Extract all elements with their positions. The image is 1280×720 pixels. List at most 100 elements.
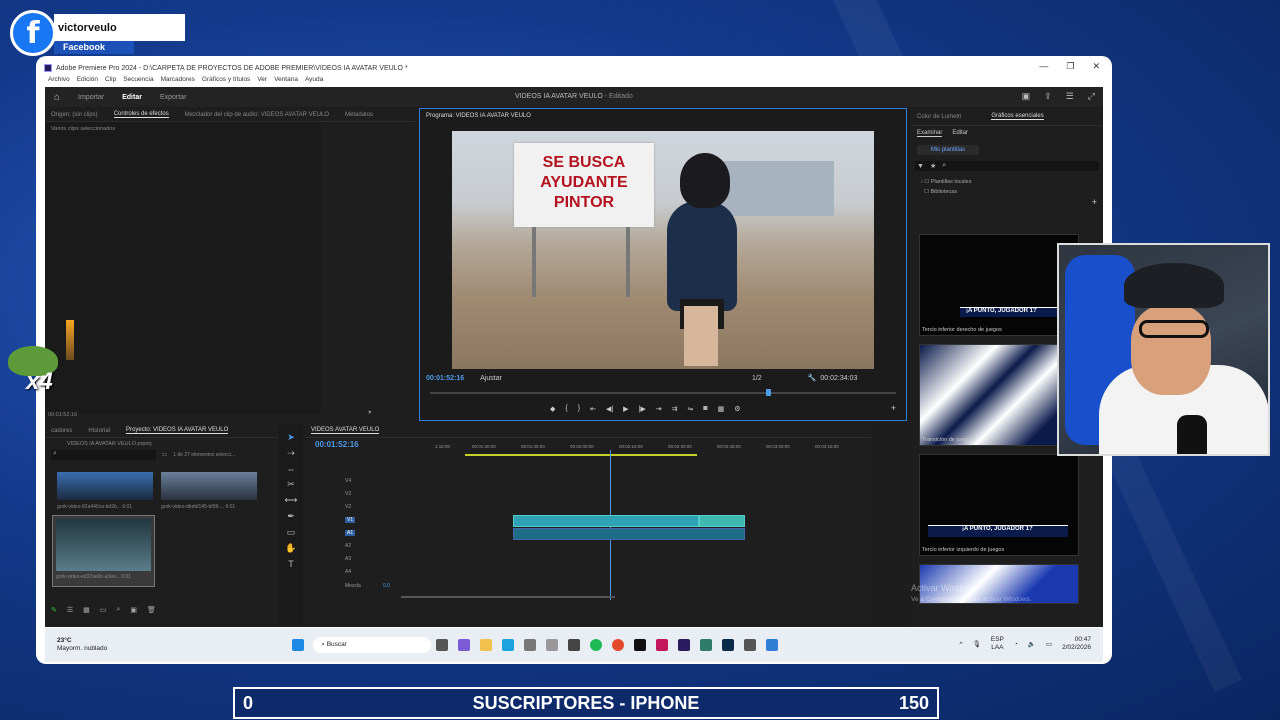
tab-origen[interactable]: Origen: (sin clips) — [51, 112, 98, 118]
taskbar-search[interactable]: ⌕ Buscar — [313, 637, 432, 653]
fullscreen-icon[interactable]: ⤢ — [1088, 91, 1095, 102]
timeline-timecode[interactable]: 00:01:52:16 — [315, 440, 359, 449]
tree-item-plantillas[interactable]: › ☐ Plantillas locales — [911, 177, 1103, 187]
add-button-icon[interactable]: + — [891, 403, 896, 413]
tree-item-bibliotecas[interactable]: ☐ Bibliotecas — [911, 187, 1103, 197]
current-timecode[interactable]: 00:01:52:16 — [426, 375, 464, 382]
pencil-icon[interactable]: ✎ — [51, 606, 57, 614]
tab-metadatos[interactable]: Metadatos — [345, 112, 373, 118]
trash-icon[interactable]: 🗑 — [147, 606, 156, 614]
store-icon[interactable] — [524, 639, 537, 651]
premiere-taskbar-icon[interactable] — [678, 639, 691, 651]
template-thumb-2[interactable]: Transición de juegos — [919, 344, 1079, 446]
project-search-input[interactable]: ⌕ — [51, 450, 156, 460]
monitor-scrubber[interactable] — [430, 389, 896, 396]
tab-marcadores[interactable]: cadores — [51, 428, 72, 434]
rectangle-icon[interactable]: ▭ — [287, 527, 296, 538]
compare-icon[interactable]: ▦ — [718, 405, 725, 413]
copilot-icon[interactable] — [458, 639, 471, 651]
track-a2[interactable]: A2 — [345, 543, 351, 549]
mic-icon[interactable]: 🎙 — [973, 640, 981, 648]
capcut-icon[interactable] — [656, 639, 669, 651]
go-to-out-icon[interactable]: ⇥ — [656, 405, 662, 413]
my-templates-button[interactable]: Mis plantillas — [917, 145, 979, 155]
share-icon[interactable]: ⇪ — [1044, 91, 1052, 102]
clip-thumbnail[interactable] — [161, 472, 257, 500]
play-icon[interactable]: ▶ — [623, 405, 628, 413]
windows-start-icon[interactable] — [292, 639, 305, 651]
clip-thumbnail[interactable] — [57, 472, 153, 500]
track-select-icon[interactable]: ⇢ — [287, 448, 295, 459]
slip-icon[interactable]: ⟷ — [285, 495, 298, 506]
tab-exportar[interactable]: Exportar — [151, 94, 195, 101]
step-back-icon[interactable]: ◀| — [606, 405, 613, 413]
file-explorer-icon[interactable] — [480, 639, 493, 651]
hand-icon[interactable]: ✋ — [285, 543, 296, 554]
tab-controles-efectos[interactable]: Controles de efectos — [113, 111, 169, 118]
maximize-icon[interactable]: ❐ — [1066, 61, 1074, 72]
work-area-bar[interactable] — [465, 454, 697, 456]
photoshop-icon[interactable] — [722, 639, 735, 651]
track-v1[interactable]: V1 — [345, 517, 356, 523]
playhead-marker[interactable] — [766, 389, 771, 396]
ripple-edit-icon[interactable]: ⇔ — [287, 464, 296, 474]
type-icon[interactable]: T — [288, 559, 294, 569]
mark-out-icon[interactable]: } — [578, 405, 580, 413]
edge-icon[interactable] — [502, 639, 515, 651]
mix-value[interactable]: 0,0 — [383, 583, 390, 589]
video-clip[interactable] — [513, 515, 699, 527]
tab-importar[interactable]: Importar — [69, 94, 113, 101]
tab-editar[interactable]: Editar — [113, 94, 151, 101]
filter-icon[interactable]: ▼ — [917, 163, 924, 170]
sequence-tab[interactable]: VIDEOS AVATAR VEULO — [311, 427, 380, 434]
filter-icon[interactable]: ▼ — [367, 410, 372, 416]
template-thumb-3[interactable]: ¡A PUNTO, JUGADOR 1? Tercio inferior izq… — [919, 454, 1079, 556]
razor-icon[interactable]: ✂ — [287, 479, 295, 490]
battery-icon[interactable]: ▭ — [1046, 640, 1052, 648]
tab-mezclador[interactable]: Mezclador del clip de audio: VIDEOS AVAT… — [185, 112, 329, 118]
volume-icon[interactable]: 🔈 — [1028, 640, 1036, 648]
track-v3[interactable]: V3 — [345, 491, 351, 497]
track-a4[interactable]: A4 — [345, 569, 351, 575]
weather-widget[interactable]: 23°C Mayorm. nublado — [57, 637, 107, 653]
track-a1[interactable]: A1 — [345, 530, 356, 536]
camera-icon[interactable]: ◙ — [703, 405, 707, 413]
clock[interactable]: 00:47 2/02/2026 — [1062, 636, 1091, 652]
app-icon[interactable] — [700, 639, 713, 651]
tab-editar-graficos[interactable]: Editar — [952, 130, 968, 137]
clip-item-selected[interactable]: grok-video-ed37ae0c-a3ee... 6:01 — [52, 515, 155, 587]
list-view-icon[interactable]: ☰ — [67, 606, 73, 614]
wrench-icon[interactable]: 🔧 — [808, 374, 817, 382]
mark-in-icon[interactable]: { — [565, 405, 567, 413]
app-icon[interactable] — [568, 639, 581, 651]
search-icon[interactable]: ⌕ — [116, 606, 120, 614]
tiktok-icon[interactable] — [634, 639, 647, 651]
selection-tool-icon[interactable]: ➤ — [287, 432, 295, 443]
workspace-icon[interactable]: ▣ — [1022, 91, 1031, 102]
track-v2[interactable]: V2 — [345, 504, 351, 510]
icon-view-icon[interactable]: ▦ — [83, 606, 90, 614]
settings-icon[interactable]: ⚙ — [734, 405, 740, 413]
track-a3[interactable]: A3 — [345, 556, 351, 562]
marker-icon[interactable]: ◆ — [550, 405, 555, 413]
search-icon[interactable]: ⌕ — [942, 162, 946, 170]
resolution-dropdown[interactable]: 1/2 — [752, 375, 762, 382]
star-icon[interactable]: ★ — [930, 162, 936, 170]
chrome-icon[interactable] — [612, 639, 625, 651]
app-icon[interactable] — [766, 639, 779, 651]
timeline-scrollbar[interactable] — [401, 596, 615, 598]
menu-icon[interactable]: ☰ — [1066, 91, 1074, 102]
tab-graficos-esenciales[interactable]: Gráficos esenciales — [991, 113, 1044, 120]
language-indicator[interactable]: ESP LAA — [991, 636, 1004, 652]
home-icon[interactable]: ⌂ — [45, 92, 69, 103]
step-forward-icon[interactable]: |▶ — [639, 405, 646, 413]
time-ruler[interactable]: 1:15:00 00:01:30:00 00:01:45:00 00:02:00… — [435, 444, 865, 452]
audio-clip[interactable] — [513, 528, 745, 540]
task-view-icon[interactable] — [436, 639, 449, 651]
program-monitor-title[interactable]: Programa: VIDEOS IA AVATAR VEULO — [426, 113, 531, 119]
minimize-icon[interactable]: — — [1039, 61, 1048, 72]
app-icon[interactable] — [546, 639, 559, 651]
tray-chevron-icon[interactable]: ^ — [960, 641, 963, 648]
tab-lumetri[interactable]: Color de Lumetri — [917, 114, 961, 120]
template-thumb-1[interactable]: ¡A PUNTO, JUGADOR 1? Tercio inferior der… — [919, 234, 1079, 336]
